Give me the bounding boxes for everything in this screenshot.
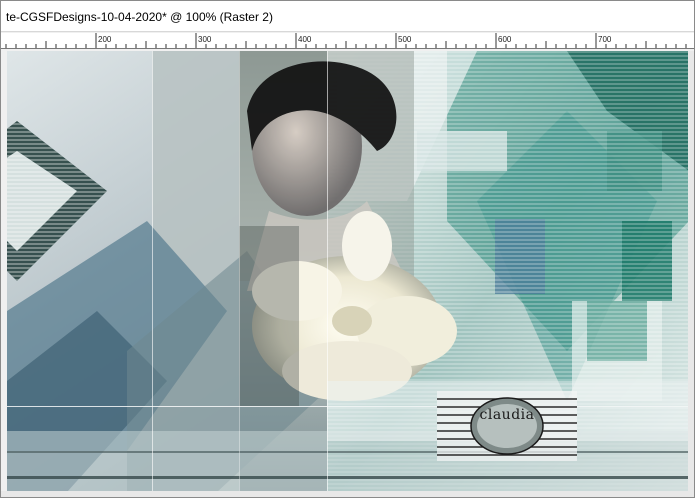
ruler-label: 400	[298, 35, 312, 44]
watermark-label: claudia	[479, 407, 535, 423]
canvas-artwork	[7, 51, 689, 492]
image-window: te-CGSFDesigns-10-04-2020* @ 100% (Raste…	[0, 0, 695, 498]
window-title: te-CGSFDesigns-10-04-2020* @ 100% (Raste…	[6, 10, 273, 24]
vertical-scroll-gutter[interactable]	[688, 51, 694, 492]
ruler-label: 300	[198, 35, 212, 44]
image-canvas[interactable]: claudia	[7, 51, 689, 492]
horizontal-ruler[interactable]: 200 300 400 500 600 700	[1, 33, 694, 49]
window-title-bar[interactable]: te-CGSFDesigns-10-04-2020* @ 100% (Raste…	[1, 1, 694, 32]
ruler-label: 700	[598, 35, 612, 44]
ruler-label: 600	[498, 35, 512, 44]
ruler-scale: 200 300 400 500 600 700	[5, 33, 687, 48]
ruler-label: 500	[398, 35, 412, 44]
watermark-badge: claudia	[437, 391, 577, 461]
horizontal-scroll-gutter[interactable]	[1, 491, 694, 497]
ruler-label: 200	[98, 35, 112, 44]
watermark-frame	[437, 391, 577, 461]
